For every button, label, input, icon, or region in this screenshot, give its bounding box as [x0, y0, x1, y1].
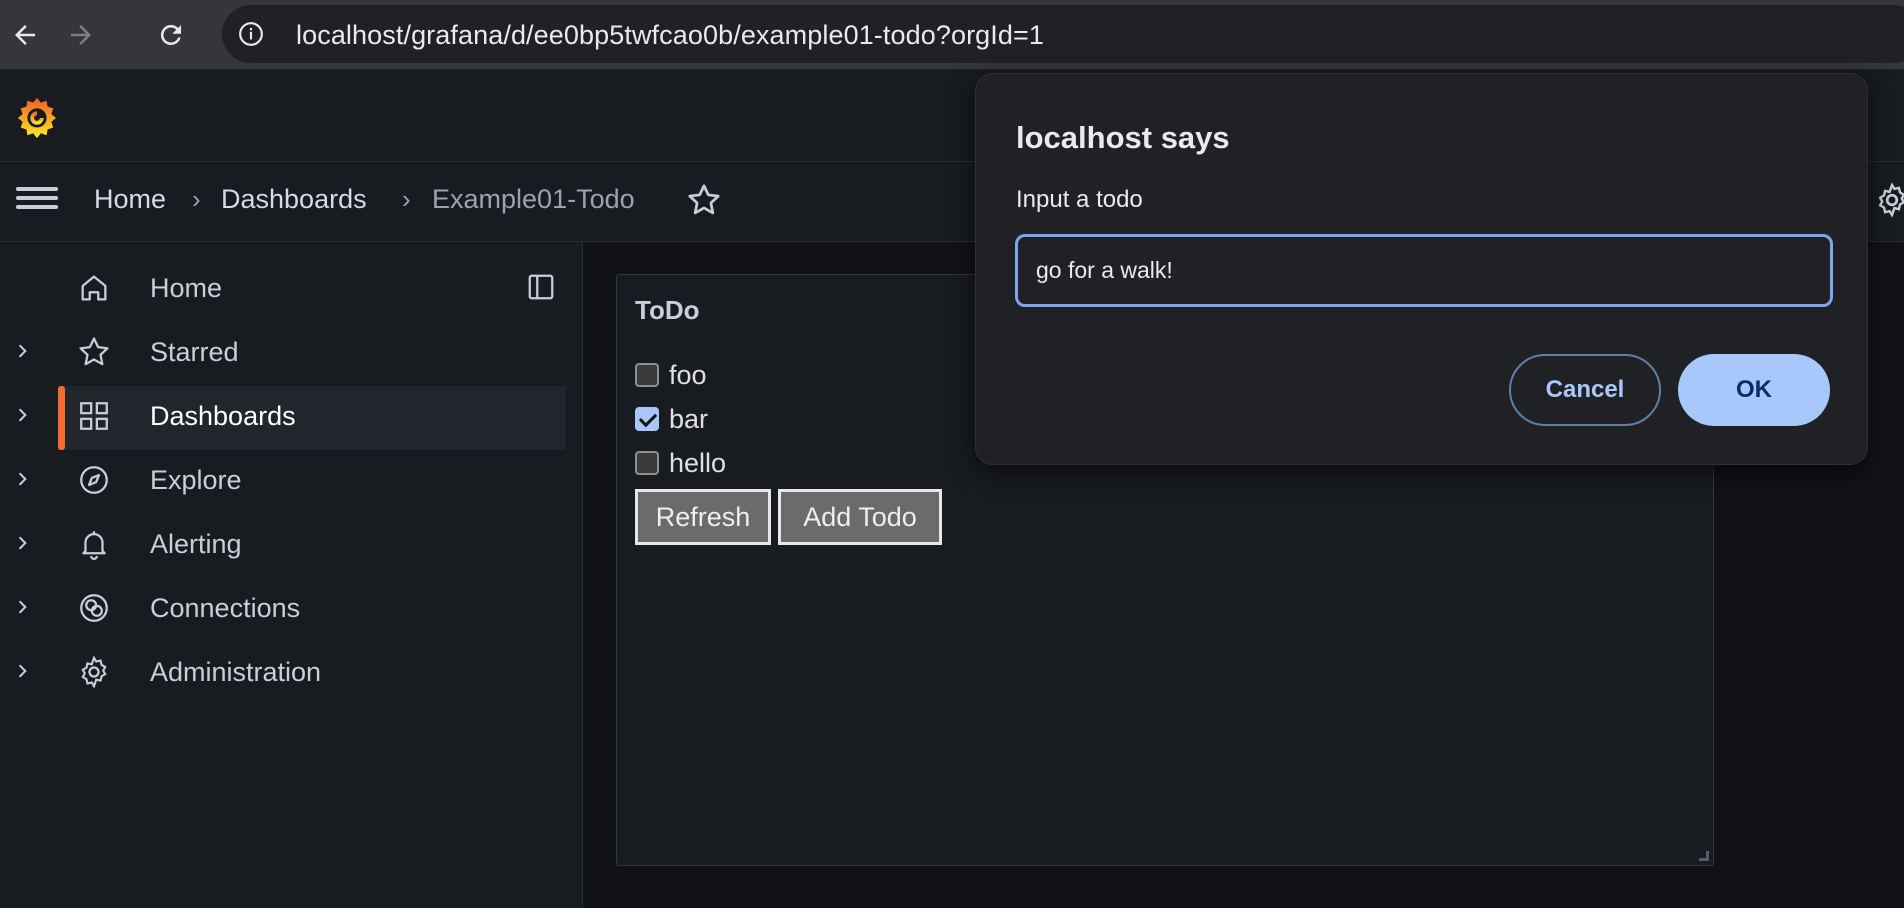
sidebar-item-alerting[interactable]: Alerting — [0, 511, 566, 575]
todo-label: foo — [669, 359, 707, 390]
grafana-logo-icon[interactable] — [14, 94, 60, 140]
menu-toggle-button[interactable] — [16, 182, 58, 222]
bell-icon — [82, 531, 106, 560]
sidebar-item-label: Alerting — [150, 529, 242, 559]
sidebar-item-label: Home — [150, 273, 223, 303]
sidebar-item-label: Explore — [150, 465, 242, 495]
sidebar-item-label: Connections — [150, 593, 301, 623]
dialog-input[interactable]: go for a walk! — [1015, 234, 1833, 307]
forward-button[interactable] — [58, 12, 104, 58]
todo-item[interactable]: bar — [635, 401, 708, 437]
sidebar-item-administration[interactable]: Administration — [0, 639, 566, 703]
sidebar-item-home[interactable]: Home — [0, 255, 566, 319]
chevron-right-icon[interactable] — [12, 469, 32, 489]
panel-title: ToDo — [635, 295, 700, 325]
favorite-star-icon[interactable] — [686, 182, 722, 218]
ok-button[interactable]: OK — [1678, 354, 1830, 426]
dialog-message: Input a todo — [1016, 186, 1143, 213]
panel-resize-handle[interactable] — [1699, 851, 1709, 861]
reload-button[interactable] — [148, 12, 194, 58]
todo-label: hello — [669, 447, 727, 478]
cancel-button[interactable]: Cancel — [1509, 354, 1661, 426]
prompt-dialog: localhost says Input a todo go for a wal… — [975, 73, 1868, 465]
compass-icon — [80, 466, 108, 494]
home-icon — [81, 275, 107, 301]
grid-icon — [80, 402, 108, 430]
url-text[interactable]: localhost/grafana/d/ee0bp5twfcao0b/examp… — [296, 20, 1044, 51]
arrow-right-icon — [71, 25, 91, 45]
chevron-right-icon[interactable] — [12, 661, 32, 681]
todo-item[interactable]: hello — [635, 445, 726, 481]
breadcrumb-separator: › — [402, 184, 411, 214]
info-icon[interactable] — [238, 21, 264, 47]
todo-label: bar — [669, 403, 709, 434]
sidebar-item-starred[interactable]: Starred — [0, 319, 566, 383]
sidebar-item-connections[interactable]: Connections — [0, 575, 566, 639]
address-bar[interactable]: localhost/grafana/d/ee0bp5twfcao0b/examp… — [222, 5, 1904, 63]
connections-icon — [80, 594, 108, 622]
refresh-button[interactable]: Refresh — [635, 489, 771, 545]
chevron-right-icon[interactable] — [12, 597, 32, 617]
chevron-right-icon[interactable] — [12, 533, 32, 553]
browser-toolbar: localhost/grafana/d/ee0bp5twfcao0b/examp… — [0, 0, 1904, 70]
todo-checkbox[interactable] — [635, 363, 659, 387]
todo-checkbox[interactable] — [635, 407, 659, 431]
sidebar-item-label: Administration — [150, 657, 322, 687]
chevron-right-icon[interactable] — [12, 405, 32, 425]
breadcrumb-dashboards[interactable]: Dashboards — [221, 184, 367, 215]
breadcrumb-home[interactable]: Home — [94, 184, 166, 215]
back-button[interactable] — [2, 12, 48, 58]
add-todo-button[interactable]: Add Todo — [778, 489, 942, 545]
reload-icon — [160, 24, 181, 45]
settings-gear-icon[interactable] — [1874, 182, 1904, 218]
arrow-left-icon — [15, 25, 35, 45]
todo-item[interactable]: foo — [635, 357, 707, 393]
gear-icon — [81, 655, 107, 689]
breadcrumb-current: Example01-Todo — [432, 184, 635, 214]
chevron-right-icon[interactable] — [12, 341, 32, 361]
sidebar-item-explore[interactable]: Explore — [0, 447, 566, 511]
dialog-title: localhost says — [1016, 120, 1230, 155]
sidebar-nav: Home Starred Dashboards Explore Alerting… — [0, 242, 583, 908]
sidebar-item-label: Starred — [150, 337, 239, 367]
todo-checkbox[interactable] — [635, 451, 659, 475]
sidebar-item-dashboards[interactable]: Dashboards — [0, 383, 566, 447]
sidebar-item-label: Dashboards — [150, 401, 296, 431]
breadcrumb-separator: › — [192, 184, 201, 214]
star-icon — [79, 337, 109, 366]
